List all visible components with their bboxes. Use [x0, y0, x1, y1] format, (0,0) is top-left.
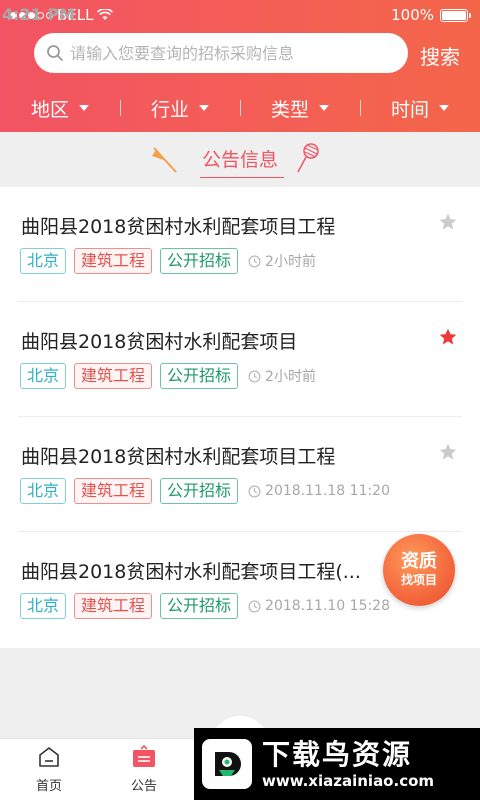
bird-logo-icon: [215, 752, 241, 776]
pin-decoration-icon: [297, 143, 319, 173]
type-tag: 公开招标: [160, 478, 239, 504]
filter-label: 行业: [150, 98, 189, 121]
watermark-url: www.xiazainiao.com: [262, 772, 435, 790]
item-title: 曲阳县2018贫困村水利配套项目: [21, 331, 298, 353]
header: BELL 4:21 PM 100% 搜索 地区 行业: [0, 0, 480, 132]
section-header: 公告信息: [0, 140, 480, 180]
list-item[interactable]: 曲阳县2018贫困村水利配套项目 北京 建筑工程 公开招标 2小时前: [18, 302, 462, 417]
list-item[interactable]: 曲阳县2018贫困村水利配套项目工程 北京 建筑工程 公开招标 2小时前: [18, 187, 462, 302]
dropdown-arrow-icon: [439, 105, 449, 111]
star-icon[interactable]: [438, 327, 458, 347]
search-button[interactable]: 搜索: [420, 41, 460, 70]
battery-percent: 100%: [391, 6, 434, 24]
type-tag: 公开招标: [160, 363, 239, 389]
watermark-name: 下载鸟资源: [262, 738, 413, 771]
filter-label: 时间: [390, 98, 429, 121]
category-tag: 建筑工程: [74, 478, 153, 504]
filter-bar: 地区 行业 类型 时间: [0, 94, 480, 122]
filter-type[interactable]: 类型: [240, 94, 360, 122]
filter-industry[interactable]: 行业: [120, 94, 240, 122]
location-tag: 北京: [20, 363, 67, 389]
clock-icon: [248, 255, 261, 267]
nav-label: 首页: [35, 779, 62, 794]
location-tag: 北京: [20, 593, 67, 619]
search-box[interactable]: [34, 33, 408, 73]
item-time: 2018.11.18 11:20: [265, 483, 391, 499]
filter-time[interactable]: 时间: [360, 94, 480, 122]
type-tag: 公开招标: [160, 593, 239, 619]
category-tag: 建筑工程: [74, 248, 153, 274]
item-title: 曲阳县2018贫困村水利配套项目工程(...: [21, 561, 361, 583]
item-time: 2018.11.10 15:28: [265, 598, 391, 614]
nav-notice[interactable]: 公告: [114, 744, 174, 794]
item-title: 曲阳县2018贫困村水利配套项目工程: [21, 216, 336, 238]
list-item[interactable]: 曲阳县2018贫困村水利配套项目工程 北京 建筑工程 公开招标 2018.11.…: [18, 417, 462, 532]
type-tag: 公开招标: [160, 248, 239, 274]
item-time: 2小时前: [265, 369, 316, 385]
battery-icon: [440, 8, 471, 22]
category-tag: 建筑工程: [74, 363, 153, 389]
filter-label: 类型: [270, 98, 309, 121]
clock-icon: [248, 370, 261, 382]
location-tag: 北京: [20, 248, 67, 274]
dropdown-arrow-icon: [319, 105, 329, 111]
watermark-banner: 下载鸟资源 www.xiazainiao.com: [194, 728, 480, 800]
star-icon[interactable]: [438, 442, 458, 462]
watermark-logo: [202, 739, 252, 789]
nav-home[interactable]: 首页: [19, 745, 79, 794]
status-bar: BELL 4:21 PM 100%: [0, 0, 480, 30]
dropdown-arrow-icon: [199, 105, 209, 111]
section-title: 公告信息: [199, 145, 285, 178]
fab-line2: 找项目: [400, 573, 437, 587]
search-icon: [47, 45, 63, 61]
dropdown-arrow-icon: [79, 105, 89, 111]
find-project-fab[interactable]: 资质 找项目: [383, 534, 455, 606]
notice-icon: [133, 744, 155, 767]
item-time: 2小时前: [265, 254, 316, 270]
clock-icon: [248, 485, 261, 497]
search-input[interactable]: [70, 43, 390, 63]
nav-label: 公告: [130, 779, 157, 794]
location-tag: 北京: [20, 478, 67, 504]
clock-icon: [248, 600, 261, 612]
fab-line1: 资质: [401, 551, 437, 572]
star-icon[interactable]: [438, 212, 458, 232]
filter-region[interactable]: 地区: [0, 94, 120, 122]
item-title: 曲阳县2018贫困村水利配套项目工程: [21, 446, 336, 468]
category-tag: 建筑工程: [74, 593, 153, 619]
filter-label: 地区: [30, 98, 69, 121]
home-icon: [39, 747, 59, 767]
